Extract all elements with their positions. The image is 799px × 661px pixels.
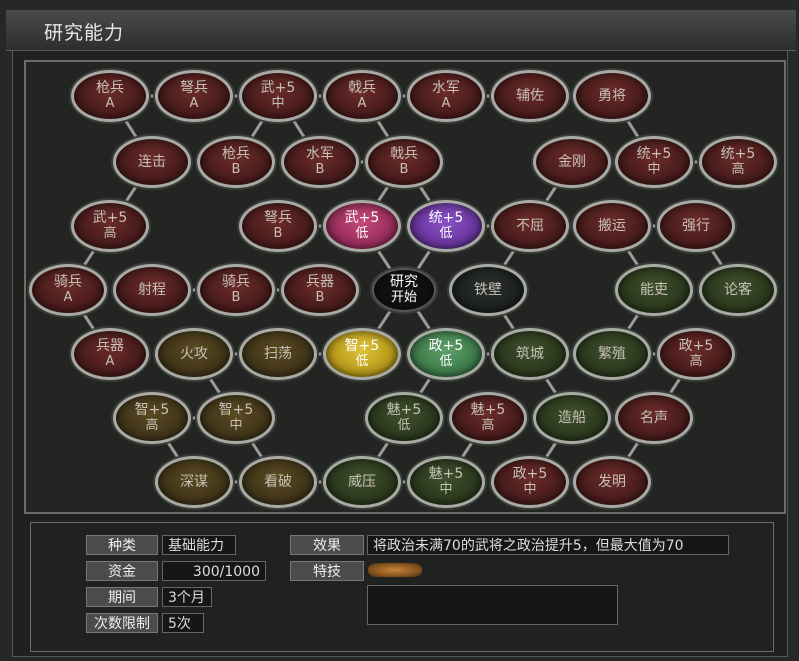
node-nengli[interactable]: 能吏: [615, 264, 693, 316]
node-buqu[interactable]: 不屈: [491, 200, 569, 252]
node-jibing-b[interactable]: 戟兵 B: [365, 136, 443, 188]
node-saodang[interactable]: 扫荡: [239, 328, 317, 380]
node-zhi5-zhong[interactable]: 智+5 中: [197, 392, 275, 444]
node-zaochuan[interactable]: 造船: [533, 392, 611, 444]
node-wu5-zhong[interactable]: 武+5 中: [239, 70, 317, 122]
limit-label: 次数限制: [86, 613, 158, 633]
node-mei5-zhong[interactable]: 魅+5 中: [407, 456, 485, 508]
skill-label: 特技: [290, 561, 364, 581]
node-qibing-b[interactable]: 骑兵 B: [197, 264, 275, 316]
node-nubing-b[interactable]: 弩兵 B: [239, 200, 317, 252]
node-qiangxing[interactable]: 强行: [657, 200, 735, 252]
node-zheng5-di[interactable]: 政+5 低: [407, 328, 485, 380]
node-banyun[interactable]: 搬运: [573, 200, 651, 252]
window-title: 研究能力: [44, 22, 125, 44]
node-bingqi-a[interactable]: 兵器 A: [71, 328, 149, 380]
research-start-node[interactable]: 研究 开始: [372, 268, 436, 312]
node-tiebi[interactable]: 铁壁: [449, 264, 527, 316]
node-zhi5-di[interactable]: 智+5 低: [323, 328, 401, 380]
node-zhi5-gao[interactable]: 智+5 高: [113, 392, 191, 444]
node-shecheng[interactable]: 射程: [113, 264, 191, 316]
node-qibing-a[interactable]: 骑兵 A: [29, 264, 107, 316]
node-jingang[interactable]: 金刚: [533, 136, 611, 188]
effect-label: 效果: [290, 535, 364, 555]
node-lianji[interactable]: 连击: [113, 136, 191, 188]
node-fanzhi[interactable]: 繁殖: [573, 328, 651, 380]
effect-value: 将政治未满70的武将之政治提升5，但最大值为70: [367, 535, 729, 555]
description-box: [367, 585, 618, 625]
node-zheng5-zhong[interactable]: 政+5 中: [491, 456, 569, 508]
node-yongjiang[interactable]: 勇将: [573, 70, 651, 122]
node-tong5-di[interactable]: 统+5 低: [407, 200, 485, 252]
type-label: 种类: [86, 535, 158, 555]
period-label: 期间: [86, 587, 158, 607]
node-bingqi-b[interactable]: 兵器 B: [281, 264, 359, 316]
node-tong5-gao[interactable]: 统+5 高: [699, 136, 777, 188]
node-jibing-a[interactable]: 戟兵 A: [323, 70, 401, 122]
skill-color-swatch: [368, 563, 422, 577]
node-mingsheng[interactable]: 名声: [615, 392, 693, 444]
funds-label: 资金: [86, 561, 158, 581]
node-kanpo[interactable]: 看破: [239, 456, 317, 508]
node-shenmou[interactable]: 深谋: [155, 456, 233, 508]
period-value: 3个月: [162, 587, 212, 607]
limit-value: 5次: [162, 613, 204, 633]
node-qiangbing-b[interactable]: 枪兵 B: [197, 136, 275, 188]
node-zheng5-gao[interactable]: 政+5 高: [657, 328, 735, 380]
node-tong5-zhong[interactable]: 统+5 中: [615, 136, 693, 188]
node-wu5-gao[interactable]: 武+5 高: [71, 200, 149, 252]
node-huogong[interactable]: 火攻: [155, 328, 233, 380]
node-lunke[interactable]: 论客: [699, 264, 777, 316]
node-shuijun-b[interactable]: 水军 B: [281, 136, 359, 188]
node-qiangbing-a[interactable]: 枪兵 A: [71, 70, 149, 122]
node-weiya[interactable]: 威压: [323, 456, 401, 508]
node-wu5-di[interactable]: 武+5 低: [323, 200, 401, 252]
node-faming[interactable]: 发明: [573, 456, 651, 508]
node-shuijun-a[interactable]: 水军 A: [407, 70, 485, 122]
node-mei5-gao[interactable]: 魅+5 高: [449, 392, 527, 444]
node-nubing-a[interactable]: 弩兵 A: [155, 70, 233, 122]
title-bar: [6, 10, 796, 51]
type-value: 基础能力: [162, 535, 236, 555]
funds-value: 300/1000: [162, 561, 266, 581]
node-zhucheng[interactable]: 筑城: [491, 328, 569, 380]
node-fuzuo[interactable]: 辅佐: [491, 70, 569, 122]
node-mei5-di[interactable]: 魅+5 低: [365, 392, 443, 444]
